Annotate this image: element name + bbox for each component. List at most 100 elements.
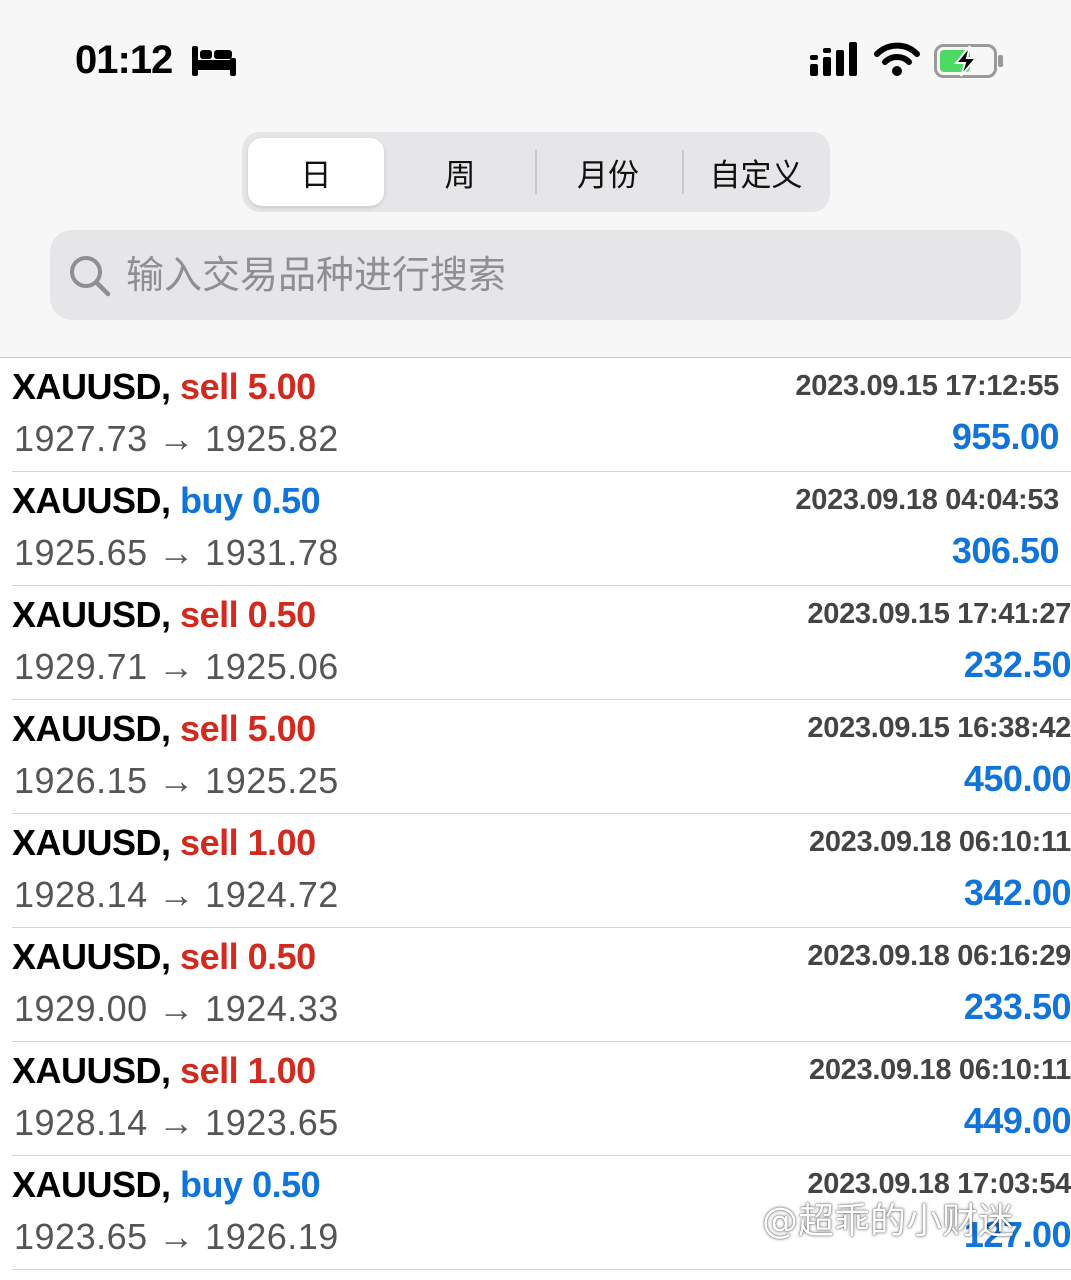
trade-profit: 233.50 — [963, 986, 1071, 1027]
close-price: 1925.82 — [205, 418, 339, 459]
arrow-icon: → — [158, 418, 195, 459]
trade-row[interactable]: XAUUSD, sell 5.00 1927.73 → 1925.82 2023.0… — [12, 358, 1071, 472]
trade-volume: 0.50 — [247, 594, 317, 635]
trade-time: 2023.09.15 16:38:42 — [807, 712, 1071, 744]
trade-prices: 1927.73 → 1925.82 — [14, 418, 339, 460]
close-price: 1925.25 — [205, 760, 339, 801]
trade-history-list: XAUUSD, sell 5.00 1927.73 → 1925.82 2023.0… — [0, 357, 1071, 1270]
close-price: 1923.65 — [205, 1102, 339, 1143]
open-price: 1923.65 — [14, 1216, 148, 1257]
arrow-icon: → — [158, 646, 195, 687]
trade-time: 2023.09.15 17:12:55 — [795, 370, 1059, 402]
trade-volume: 0.50 — [252, 480, 321, 521]
trade-time: 2023.09.18 04:04:53 — [795, 484, 1059, 516]
trade-profit: 450.00 — [963, 758, 1071, 799]
trade-row[interactable]: XAUUSD, buy 0.50 1925.65 → 1931.78 2023.09… — [12, 472, 1071, 586]
trade-side: sell — [180, 1050, 239, 1091]
trade-side: sell — [180, 822, 239, 863]
trade-row[interactable]: XAUUSD, sell 0.50 1929.71 → 1925.06 2023.0… — [12, 586, 1071, 700]
battery-charging-icon — [934, 44, 1003, 78]
open-price: 1927.73 — [14, 418, 148, 459]
trade-symbol: XAUUSD, — [12, 1164, 171, 1205]
segment-divider — [535, 150, 537, 194]
trade-title: XAUUSD, sell 1.00 — [12, 1050, 316, 1092]
trade-profit: 232.50 — [963, 644, 1071, 685]
segment-divider — [682, 150, 684, 194]
trade-time: 2023.09.15 17:41:27 — [807, 598, 1071, 630]
trade-volume: 5.00 — [247, 366, 317, 407]
trade-time: 2023.09.18 06:10:11 — [809, 1054, 1071, 1086]
trade-row[interactable]: XAUUSD, sell 1.00 1928.14 → 1923.65 2023.0… — [12, 1042, 1071, 1156]
close-price: 1926.19 — [205, 1216, 339, 1257]
arrow-icon: → — [158, 760, 195, 801]
tab-day[interactable]: 日 — [248, 138, 384, 206]
trade-symbol: XAUUSD, — [12, 822, 171, 863]
tab-month[interactable]: 月份 — [540, 138, 676, 206]
close-price: 1931.78 — [205, 532, 339, 573]
arrow-icon: → — [158, 532, 195, 573]
arrow-icon: → — [158, 988, 195, 1029]
trade-title: XAUUSD, sell 1.00 — [12, 822, 316, 864]
arrow-icon: → — [158, 874, 195, 915]
close-price: 1924.72 — [205, 874, 339, 915]
trade-row[interactable]: XAUUSD, sell 1.00 1928.14 → 1924.72 2023.0… — [12, 814, 1071, 928]
trade-prices: 1923.65 → 1926.19 — [14, 1216, 339, 1258]
trade-side: buy — [180, 480, 243, 521]
trade-title: XAUUSD, buy 0.50 — [12, 1164, 321, 1206]
trade-prices: 1925.65 → 1931.78 — [14, 532, 339, 574]
trade-volume: 0.50 — [252, 1164, 321, 1205]
trade-symbol: XAUUSD, — [12, 366, 171, 407]
trade-volume: 1.00 — [247, 1050, 317, 1091]
header: 01:12 日 周 月份 自定义 输入交易品种进行搜索 — [0, 0, 1071, 357]
tab-week[interactable]: 周 — [392, 138, 528, 206]
trade-profit: 449.00 — [963, 1100, 1071, 1141]
trade-prices: 1929.00 → 1924.33 — [14, 988, 339, 1030]
trade-time: 2023.09.18 06:10:11 — [809, 826, 1071, 858]
trade-volume: 1.00 — [247, 822, 317, 863]
trade-prices: 1928.14 → 1924.72 — [14, 874, 339, 916]
bed-icon — [192, 46, 236, 76]
trade-symbol: XAUUSD, — [12, 708, 171, 749]
signal-icon — [810, 42, 857, 76]
trade-symbol: XAUUSD, — [12, 1050, 171, 1091]
open-price: 1928.14 — [14, 1102, 148, 1143]
trade-profit: 306.50 — [951, 530, 1060, 571]
trade-time: 2023.09.18 06:16:29 — [807, 940, 1071, 972]
open-price: 1925.65 — [14, 532, 148, 573]
open-price: 1928.14 — [14, 874, 148, 915]
search-bar[interactable] — [50, 230, 1021, 320]
trade-title: XAUUSD, sell 5.00 — [12, 708, 316, 750]
trade-symbol: XAUUSD, — [12, 936, 171, 977]
trade-prices: 1928.14 → 1923.65 — [14, 1102, 339, 1144]
watermark: @超乖的小财迷 — [762, 1201, 1015, 1242]
search-icon — [70, 256, 111, 297]
trade-row[interactable]: XAUUSD, sell 0.50 1929.00 → 1924.33 2023.0… — [12, 928, 1071, 1042]
trade-title: XAUUSD, buy 0.50 — [12, 480, 321, 522]
trade-symbol: XAUUSD, — [12, 594, 171, 635]
trade-volume: 0.50 — [247, 936, 317, 977]
trade-volume: 5.00 — [247, 708, 317, 749]
arrow-icon: → — [158, 1102, 195, 1143]
status-time: 01:12 — [75, 38, 173, 82]
arrow-icon: → — [158, 1216, 195, 1257]
wifi-icon — [874, 42, 920, 76]
trade-row[interactable]: XAUUSD, sell 5.00 1926.15 → 1925.25 2023.0… — [12, 700, 1071, 814]
close-price: 1925.06 — [205, 646, 339, 687]
trade-side: buy — [180, 1164, 243, 1205]
search-input[interactable] — [126, 230, 986, 320]
trade-prices: 1929.71 → 1925.06 — [14, 646, 339, 688]
close-price: 1924.33 — [205, 988, 339, 1029]
trade-side: sell — [180, 594, 239, 635]
trade-profit: 955.00 — [951, 416, 1060, 457]
trade-prices: 1926.15 → 1925.25 — [14, 760, 339, 802]
tab-custom[interactable]: 自定义 — [688, 138, 824, 206]
trade-title: XAUUSD, sell 5.00 — [12, 366, 316, 408]
period-segmented-control: 日 周 月份 自定义 — [242, 132, 830, 212]
trade-title: XAUUSD, sell 0.50 — [12, 594, 316, 636]
trade-symbol: XAUUSD, — [12, 480, 171, 521]
open-price: 1926.15 — [14, 760, 148, 801]
trade-title: XAUUSD, sell 0.50 — [12, 936, 316, 978]
trade-side: sell — [180, 936, 239, 977]
open-price: 1929.71 — [14, 646, 148, 687]
trade-side: sell — [180, 708, 239, 749]
